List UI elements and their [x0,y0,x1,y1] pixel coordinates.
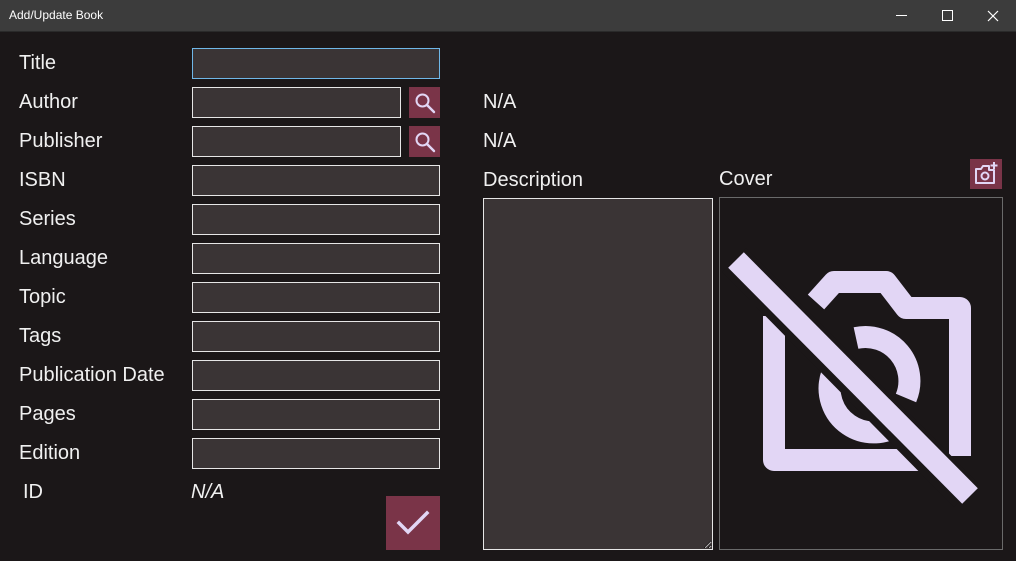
title-bar: Add/Update Book [0,0,1016,32]
isbn-input[interactable] [192,165,440,196]
add-photo-icon [975,162,998,184]
series-label: Series [19,208,76,230]
cover-label: Cover [719,168,773,190]
title-input[interactable] [192,48,440,79]
author-label: Author [19,91,78,113]
add-cover-button[interactable] [970,159,1002,189]
id-value: N/A [191,481,225,503]
edition-input[interactable] [192,438,440,469]
id-label: ID [23,481,43,503]
close-icon [987,10,999,21]
series-input[interactable] [192,204,440,235]
tags-label: Tags [19,325,62,347]
publisher-search-button[interactable] [409,126,440,157]
isbn-label: ISBN [19,169,66,191]
description-label: Description [483,169,584,191]
publisher-label: Publisher [19,130,103,152]
cover-image-area[interactable] [719,197,1003,550]
maximize-button[interactable] [924,0,970,31]
search-icon [415,93,435,113]
author-search-button[interactable] [409,87,440,118]
publication-date-input[interactable] [192,360,440,391]
topic-input[interactable] [192,282,440,313]
close-button[interactable] [970,0,1016,31]
edition-label: Edition [19,442,81,464]
pages-label: Pages [19,403,76,425]
language-label: Language [19,247,108,269]
publisher-input[interactable] [192,126,401,157]
language-input[interactable] [192,243,440,274]
checkmark-icon [396,510,430,535]
submit-button[interactable] [386,496,440,550]
author-input[interactable] [192,87,401,118]
window-title: Add/Update Book [9,8,104,22]
maximize-icon [941,10,953,21]
publication-date-label: Publication Date [19,364,165,386]
author-selected-value: N/A [483,91,517,113]
form-content: Title Author Publisher ISBN Series Langu… [0,32,1016,561]
topic-label: Topic [19,286,66,308]
publisher-selected-value: N/A [483,130,517,152]
pages-input[interactable] [192,399,440,430]
tags-input[interactable] [192,321,440,352]
minimize-icon [895,15,907,16]
minimize-button[interactable] [878,0,924,31]
description-textarea[interactable] [483,198,713,550]
title-label: Title [19,52,57,74]
search-icon [415,132,435,152]
no-photo-icon [721,248,979,507]
